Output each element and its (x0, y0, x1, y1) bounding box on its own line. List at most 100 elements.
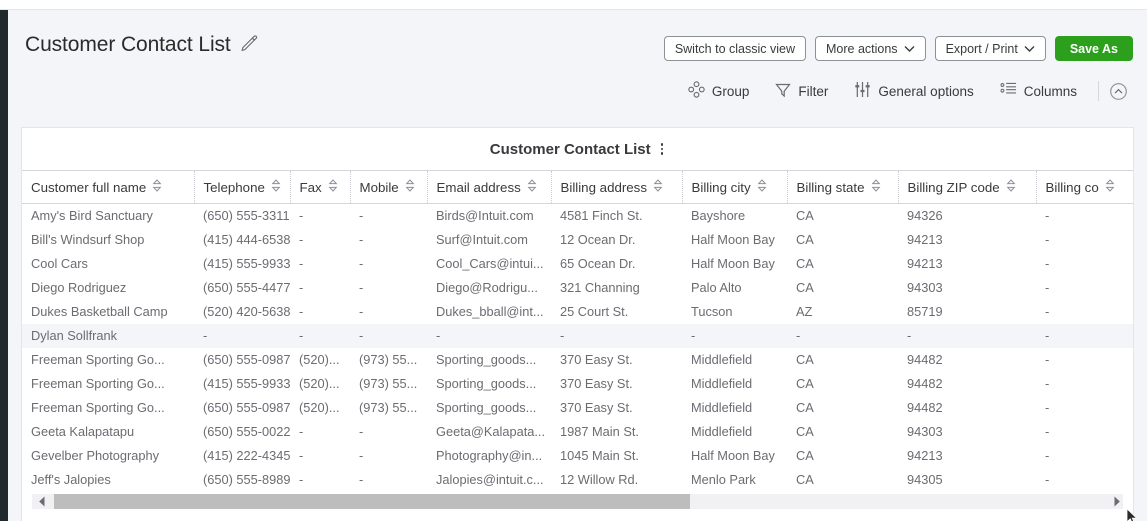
sort-icon[interactable] (405, 179, 415, 195)
app-root: Customer Contact List Switch to classic … (0, 0, 1147, 521)
general-options-tool[interactable]: General options (841, 78, 986, 104)
column-header-fax[interactable]: Fax (290, 171, 350, 204)
switch-to-classic-view-button[interactable]: Switch to classic view (664, 36, 806, 61)
chevron-down-icon (904, 42, 915, 56)
column-header-billing-city[interactable]: Billing city (682, 171, 787, 204)
sort-icon[interactable] (757, 179, 767, 195)
table-cell: Dukes_bball@int... (427, 300, 551, 324)
table-cell: - (1036, 276, 1133, 300)
table-row[interactable]: Jeff's Jalopies(650) 555-8989--Jalopies@… (22, 468, 1133, 488)
table-cell: Gevelber Photography (22, 444, 194, 468)
table-cell: 94213 (898, 228, 1036, 252)
table-row[interactable]: Gevelber Photography(415) 222-4345--Phot… (22, 444, 1133, 468)
horizontal-scrollbar[interactable] (22, 487, 1133, 521)
table-cell: - (1036, 348, 1133, 372)
save-as-button[interactable]: Save As (1055, 36, 1133, 61)
table-cell: 370 Easy St. (551, 348, 682, 372)
table-cell: - (898, 324, 1036, 348)
table-cell: Jalopies@intuit.c... (427, 468, 551, 488)
table-row[interactable]: Freeman Sporting Go...(650) 555-0987(520… (22, 396, 1133, 420)
table-cell: - (290, 324, 350, 348)
table-cell: Bill's Windsurf Shop (22, 228, 194, 252)
header-row: Customer full name Telephone Fax Mobile Emai… (22, 171, 1133, 204)
table-cell: Dukes Basketball Camp (22, 300, 194, 324)
table-row[interactable]: Dukes Basketball Camp(520) 420-5638--Duk… (22, 300, 1133, 324)
table-row[interactable]: Freeman Sporting Go...(415) 555-9933(520… (22, 372, 1133, 396)
report-toolbar: Group Filter (8, 73, 1147, 109)
column-header-label: Mobile (360, 180, 399, 195)
table-cell: - (350, 300, 427, 324)
table-row[interactable]: Amy's Bird Sanctuary(650) 555-3311--Bird… (22, 204, 1133, 228)
sort-icon[interactable] (871, 179, 881, 195)
columns-tool[interactable]: Columns (987, 78, 1090, 104)
sort-icon[interactable] (152, 179, 162, 195)
kebab-menu-icon[interactable] (659, 141, 666, 157)
column-header-label: Billing city (692, 180, 751, 195)
table-cell: Freeman Sporting Go... (22, 372, 194, 396)
top-white-strip (0, 0, 1147, 10)
report-title-bar: Customer Contact List (22, 128, 1133, 170)
columns-tool-label: Columns (1024, 84, 1077, 99)
table-row[interactable]: Cool Cars(415) 555-9933--Cool_Cars@intui… (22, 252, 1133, 276)
scroll-left-arrow-icon[interactable] (36, 495, 48, 508)
table-cell: - (350, 468, 427, 488)
table-cell: CA (787, 204, 898, 228)
table-cell: - (427, 324, 551, 348)
table-row[interactable]: Dylan Sollfrank--------- (22, 324, 1133, 348)
table-cell: (650) 555-8989 (194, 468, 290, 488)
table-cell: 1045 Main St. (551, 444, 682, 468)
pencil-icon[interactable] (240, 33, 259, 57)
table-row[interactable]: Freeman Sporting Go...(650) 555-0987(520… (22, 348, 1133, 372)
table-cell: 94482 (898, 348, 1036, 372)
column-header-mobile[interactable]: Mobile (350, 171, 427, 204)
sort-icon[interactable] (328, 179, 338, 195)
table-cell: 321 Channing (551, 276, 682, 300)
table-cell: Freeman Sporting Go... (22, 348, 194, 372)
table-cell: - (290, 300, 350, 324)
table-cell: 370 Easy St. (551, 372, 682, 396)
sort-icon[interactable] (653, 179, 663, 195)
column-header-customer-full-name[interactable]: Customer full name (22, 171, 194, 204)
table-cell: Half Moon Bay (682, 228, 787, 252)
column-header-billing-state[interactable]: Billing state (787, 171, 898, 204)
column-header-label: Billing address (561, 180, 647, 195)
sort-icon[interactable] (1105, 179, 1115, 195)
table-row[interactable]: Diego Rodriguez(650) 555-4477--Diego@Rod… (22, 276, 1133, 300)
report-table-viewport[interactable]: Customer full name Telephone Fax Mobile Emai… (22, 170, 1133, 487)
table-cell: Sporting_goods... (427, 372, 551, 396)
column-header-email-address[interactable]: Email address (427, 171, 551, 204)
table-cell: - (1036, 228, 1133, 252)
sort-icon[interactable] (1006, 179, 1016, 195)
group-tool[interactable]: Group (675, 78, 763, 104)
column-header-label: Telephone (204, 180, 265, 195)
more-actions-button[interactable]: More actions (815, 36, 926, 61)
table-cell: - (1036, 468, 1133, 488)
sort-icon[interactable] (271, 179, 281, 195)
sort-icon[interactable] (527, 179, 537, 195)
table-cell: 1987 Main St. (551, 420, 682, 444)
column-header-billing-zip-code[interactable]: Billing ZIP code (898, 171, 1036, 204)
column-header-label: Email address (437, 180, 521, 195)
table-cell: 94482 (898, 396, 1036, 420)
column-header-billing-co[interactable]: Billing co (1036, 171, 1133, 204)
group-icon (688, 81, 705, 101)
table-cell: Middlefield (682, 396, 787, 420)
filter-tool[interactable]: Filter (762, 78, 841, 104)
scrollbar-thumb[interactable] (54, 494, 690, 509)
table-cell: (650) 555-0022 (194, 420, 290, 444)
chevron-up-circle-icon[interactable] (1107, 80, 1129, 102)
more-actions-label: More actions (826, 42, 898, 56)
column-header-telephone[interactable]: Telephone (194, 171, 290, 204)
table-cell: - (350, 228, 427, 252)
table-row[interactable]: Bill's Windsurf Shop(415) 444-6538--Surf… (22, 228, 1133, 252)
table-cell: Amy's Bird Sanctuary (22, 204, 194, 228)
chevron-down-icon (1024, 42, 1035, 56)
column-header-billing-address[interactable]: Billing address (551, 171, 682, 204)
table-row[interactable]: Geeta Kalapatapu(650) 555-0022--Geeta@Ka… (22, 420, 1133, 444)
export-print-button[interactable]: Export / Print (935, 36, 1046, 61)
table-cell: 94305 (898, 468, 1036, 488)
scroll-right-arrow-icon[interactable] (1111, 495, 1123, 508)
table-cell: - (290, 444, 350, 468)
table-cell: CA (787, 444, 898, 468)
column-header-label: Billing co (1046, 180, 1099, 195)
